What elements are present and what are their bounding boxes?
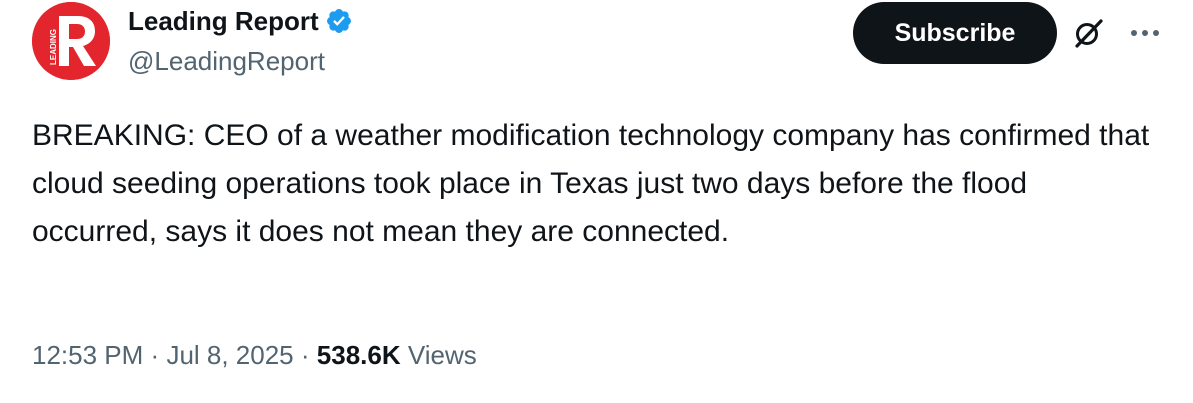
author-display-name[interactable]: Leading Report [128, 4, 319, 38]
post-date[interactable]: Jul 8, 2025 [166, 340, 293, 370]
post-metadata: 12:53 PM · Jul 8, 2025 · 538.6K Views [32, 336, 477, 374]
post-time[interactable]: 12:53 PM [32, 340, 143, 370]
post: LEADING Leading Report @LeadingReport Su… [0, 0, 1193, 403]
subscribe-button[interactable]: Subscribe [853, 2, 1057, 64]
leading-report-logo-icon: LEADING [32, 2, 110, 80]
author-avatar[interactable]: LEADING [32, 2, 110, 80]
svg-text:LEADING: LEADING [49, 29, 58, 65]
meta-separator: · [300, 340, 310, 370]
grok-icon[interactable] [1072, 16, 1106, 50]
author-handle[interactable]: @LeadingReport [128, 44, 353, 78]
verified-badge-icon[interactable] [325, 7, 353, 35]
post-text: BREAKING: CEO of a weather modification … [32, 119, 1150, 248]
views-count[interactable]: 538.6K [317, 340, 401, 370]
author-info: Leading Report @LeadingReport [128, 4, 353, 78]
author-name-row: Leading Report [128, 4, 353, 38]
meta-separator: · [150, 340, 160, 370]
views-label: Views [407, 340, 477, 370]
more-options-icon[interactable] [1126, 18, 1164, 48]
